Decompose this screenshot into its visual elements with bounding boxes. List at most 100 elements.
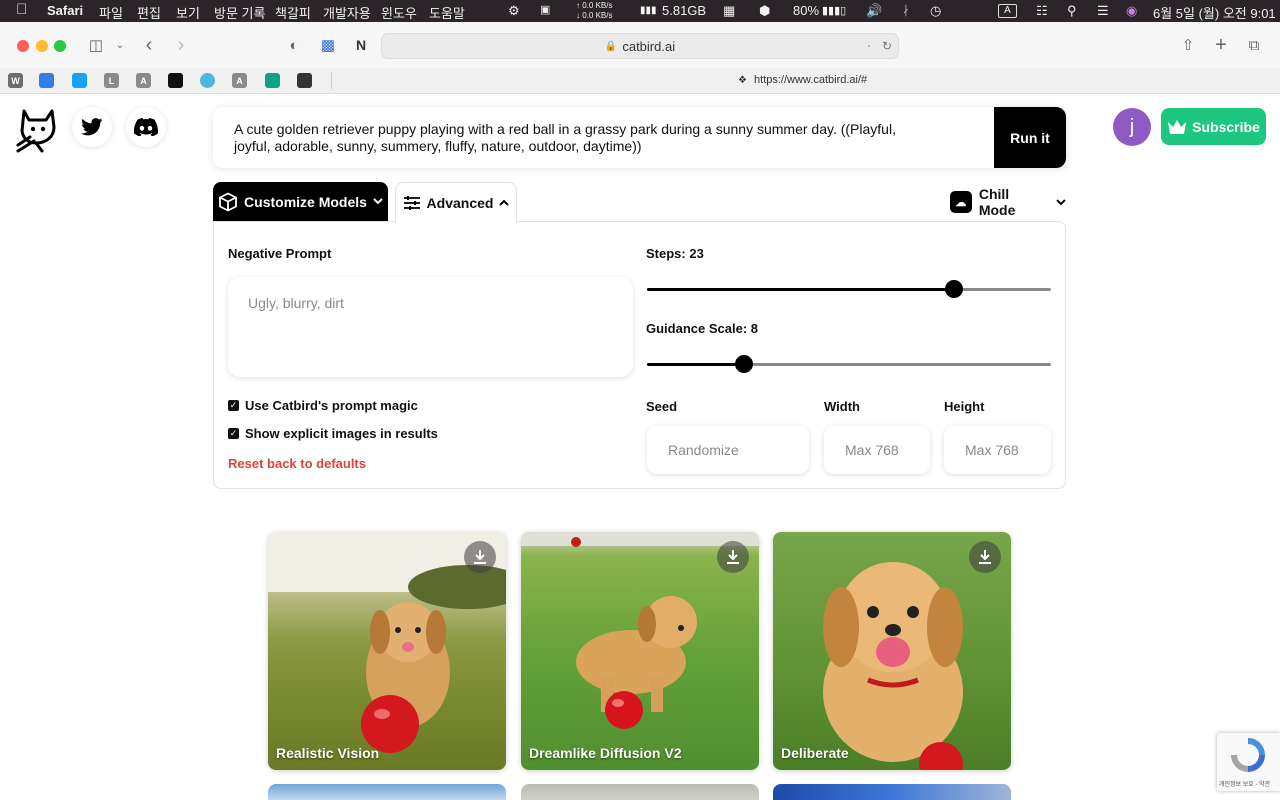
- control-center-icon[interactable]: ☰: [1097, 3, 1109, 19]
- favorite-item[interactable]: A: [136, 73, 151, 88]
- height-input[interactable]: [944, 426, 1051, 474]
- favorite-item[interactable]: W: [8, 73, 23, 88]
- reader-extension-icon[interactable]: ▩: [318, 35, 338, 55]
- avatar[interactable]: j: [1113, 108, 1151, 146]
- tab-customize-models[interactable]: Customize Models: [213, 182, 388, 221]
- seed-label: Seed: [646, 399, 678, 414]
- tab-advanced[interactable]: Advanced: [395, 182, 517, 222]
- screen-mirror-icon[interactable]: ▦: [723, 3, 735, 19]
- time-machine-icon[interactable]: ◷: [930, 3, 941, 19]
- menu-window[interactable]: 윈도우: [381, 3, 417, 22]
- steps-slider-fill: [647, 288, 955, 291]
- download-icon: [727, 550, 739, 564]
- prompt-input[interactable]: A cute golden retriever puppy playing wi…: [234, 121, 934, 155]
- siri-icon[interactable]: ◉: [1126, 3, 1137, 19]
- chevron-up-icon: [499, 199, 510, 206]
- mode-selector[interactable]: ☁ Chill Mode: [950, 186, 1066, 218]
- recaptcha-icon: [1231, 738, 1265, 772]
- favorites-bar: W L A A ❖ https://www.catbird.ai/#: [0, 68, 1280, 94]
- apple-icon[interactable]: : [16, 1, 27, 18]
- download-button[interactable]: [464, 541, 496, 573]
- zoom-window-button[interactable]: [54, 40, 66, 52]
- volume-icon[interactable]: 🔊: [866, 3, 882, 19]
- favorite-item[interactable]: A: [232, 73, 247, 88]
- favorite-item[interactable]: L: [104, 73, 119, 88]
- reset-defaults-link[interactable]: Reset back to defaults: [228, 456, 366, 471]
- menu-develop[interactable]: 개발자용: [323, 3, 371, 22]
- result-card-partial[interactable]: [521, 784, 759, 800]
- width-input[interactable]: [824, 426, 930, 474]
- menu-app-name[interactable]: Safari: [47, 3, 83, 18]
- recaptcha-badge[interactable]: 개인정보 보호 - 약관: [1217, 733, 1280, 791]
- favorite-item[interactable]: [168, 73, 183, 88]
- new-tab-icon[interactable]: +: [1211, 34, 1231, 56]
- address-bar[interactable]: 🔒 catbird.ai ㆍ ↻: [381, 33, 899, 59]
- minimize-window-button[interactable]: [36, 40, 48, 52]
- explicit-option[interactable]: ✓ Show explicit images in results: [228, 426, 438, 441]
- prompt-magic-option[interactable]: ✓ Use Catbird's prompt magic: [228, 398, 418, 413]
- hover-url-text: https://www.catbird.ai/#: [754, 74, 868, 86]
- catbird-logo-icon[interactable]: [16, 107, 60, 153]
- explicit-checkbox[interactable]: ✓: [228, 428, 239, 439]
- download-button[interactable]: [969, 541, 1001, 573]
- input-source-icon[interactable]: A: [998, 4, 1017, 18]
- privacy-shield-icon[interactable]: ◐: [284, 35, 304, 55]
- tab-customize-label: Customize Models: [244, 193, 367, 210]
- battery-icon[interactable]: ▮▮▮▯: [822, 4, 846, 17]
- subscribe-button[interactable]: Subscribe: [1161, 108, 1266, 145]
- model-name: Deliberate: [781, 745, 849, 761]
- sliders-icon: [403, 195, 420, 210]
- negative-prompt-input[interactable]: [228, 277, 633, 377]
- tab-overview-icon[interactable]: ⧉: [1244, 35, 1264, 55]
- menu-bookmarks[interactable]: 책갈피: [275, 3, 311, 22]
- notion-icon[interactable]: N: [351, 35, 371, 55]
- favorite-item[interactable]: [297, 73, 312, 88]
- favorite-item[interactable]: [72, 73, 87, 88]
- translate-icon[interactable]: ㆍ: [864, 38, 874, 54]
- favorite-item[interactable]: [265, 73, 280, 88]
- menu-file[interactable]: 파일: [99, 3, 123, 22]
- forward-icon[interactable]: ›: [171, 34, 191, 56]
- menu-view[interactable]: 보기: [176, 3, 200, 22]
- menu-help[interactable]: 도움말: [429, 3, 465, 22]
- seed-input[interactable]: [647, 426, 809, 474]
- close-window-button[interactable]: [17, 40, 29, 52]
- guidance-slider-handle[interactable]: [734, 355, 753, 373]
- model-name: Dreamlike Diffusion V2: [529, 745, 682, 761]
- bluetooth-icon[interactable]: ᛅ: [902, 3, 910, 18]
- twitter-button[interactable]: [72, 107, 112, 147]
- menu-edit[interactable]: 편집: [137, 3, 161, 22]
- menu-history[interactable]: 방문 기록: [214, 3, 265, 22]
- favorite-item[interactable]: [39, 73, 54, 88]
- steps-slider-handle[interactable]: [945, 280, 964, 298]
- spotlight-search-icon[interactable]: ⚲: [1067, 3, 1077, 19]
- extension-icon[interactable]: ⬢: [759, 3, 770, 19]
- favorite-item[interactable]: [200, 73, 215, 88]
- result-card[interactable]: Realistic Vision: [268, 532, 506, 770]
- prompt-magic-checkbox[interactable]: ✓: [228, 400, 239, 411]
- result-card[interactable]: Deliberate: [773, 532, 1011, 770]
- share-icon[interactable]: ⇧: [1178, 35, 1198, 55]
- clock-datetime[interactable]: 6월 5일 (월) 오전 9:01: [1153, 3, 1276, 22]
- download-icon: [474, 550, 486, 564]
- wifi-icon[interactable]: ☷: [1036, 3, 1048, 19]
- steps-slider[interactable]: [647, 280, 1051, 298]
- sidebar-toggle-icon[interactable]: ◫: [86, 35, 106, 55]
- reload-icon[interactable]: ↻: [882, 39, 892, 53]
- run-button[interactable]: Run it: [994, 107, 1066, 168]
- result-card-partial[interactable]: [773, 784, 1011, 800]
- guidance-slider[interactable]: [647, 355, 1051, 373]
- download-button[interactable]: [717, 541, 749, 573]
- result-card[interactable]: Dreamlike Diffusion V2: [521, 532, 759, 770]
- monitor-icon[interactable]: ▣: [540, 3, 550, 16]
- result-card-partial[interactable]: [268, 784, 506, 800]
- catbird-favicon-icon: ❖: [738, 75, 747, 86]
- chevron-down-icon[interactable]: ⌄: [110, 35, 130, 55]
- cube-icon: [219, 192, 237, 211]
- discord-button[interactable]: [126, 107, 166, 147]
- battery-percent[interactable]: 80%: [793, 3, 819, 18]
- tools-icon[interactable]: ⚙: [508, 3, 520, 19]
- recaptcha-terms[interactable]: 개인정보 보호 - 약관: [1219, 779, 1270, 788]
- memory-usage[interactable]: 5.81GB: [662, 3, 706, 18]
- back-icon[interactable]: ‹: [139, 34, 159, 56]
